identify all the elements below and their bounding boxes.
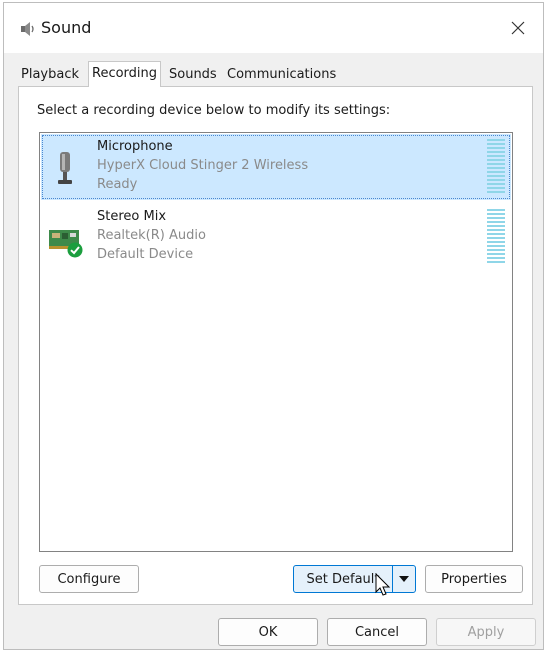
device-name: Microphone: [97, 139, 173, 154]
title-bar: Sound: [4, 3, 543, 53]
device-description: Realtek(R) Audio: [97, 228, 206, 243]
speaker-icon: [21, 22, 34, 36]
set-default-dropdown[interactable]: [392, 565, 416, 593]
microphone-icon: [58, 152, 72, 184]
tab-sounds[interactable]: Sounds: [166, 64, 220, 86]
tab-recording[interactable]: Recording: [88, 61, 162, 87]
ok-button[interactable]: OK: [218, 618, 318, 646]
configure-button[interactable]: Configure: [39, 565, 139, 593]
close-button[interactable]: [499, 9, 537, 47]
caret-down-icon: [399, 576, 409, 582]
tab-communications[interactable]: Communications: [224, 64, 339, 86]
instructions-text: Select a recording device below to modif…: [37, 103, 391, 118]
device-item-stereo-mix[interactable]: Stereo Mix Realtek(R) Audio Default Devi…: [41, 204, 511, 270]
level-meter: [487, 209, 505, 265]
level-meter: [487, 139, 505, 195]
close-icon: [511, 21, 525, 35]
window-title: Sound: [41, 18, 92, 37]
device-name: Stereo Mix: [97, 209, 167, 224]
sound-dialog: Sound Playback Recording Sounds Communic…: [3, 2, 544, 650]
device-item-microphone[interactable]: Microphone HyperX Cloud Stinger 2 Wirele…: [41, 134, 511, 200]
default-check-icon: [67, 242, 83, 258]
properties-button[interactable]: Properties: [425, 565, 523, 593]
tab-playback[interactable]: Playback: [18, 64, 82, 86]
cancel-button[interactable]: Cancel: [327, 618, 427, 646]
apply-button[interactable]: Apply: [436, 618, 536, 646]
set-default-button[interactable]: Set Default: [293, 565, 393, 593]
device-description: HyperX Cloud Stinger 2 Wireless: [97, 158, 309, 173]
recording-panel: Select a recording device below to modif…: [18, 86, 533, 605]
device-status: Ready: [97, 177, 138, 192]
device-status: Default Device: [97, 247, 194, 262]
device-list[interactable]: Microphone HyperX Cloud Stinger 2 Wirele…: [39, 132, 513, 552]
